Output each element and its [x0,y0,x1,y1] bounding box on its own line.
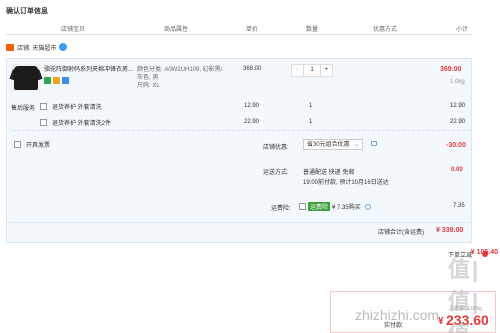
service-1-price: 12.90 [244,103,260,109]
message-icon[interactable] [371,141,377,146]
freight-insurance-option[interactable]: 运费险 ¥ 7.35购买 [299,202,371,211]
qty-plus-button[interactable]: + [321,65,332,76]
freight-insurance-desc: ¥ 7.35购买 [332,205,361,211]
store-total-label: 店铺合计(含运费) [378,230,424,236]
invoice-label: 开具发票 [26,143,51,149]
shipping-eta: 19:00前付款, 预计10月16日送达 [303,180,389,186]
freight-insurance-label: 运费险: [271,206,291,212]
freight-insurance-amount: 7.35 [453,203,465,209]
service-item-2[interactable]: 退货养护 外套清洗2件 [40,116,111,128]
chevron-down-icon: ⌄ [353,141,359,148]
watermark-site: zhizhizhi.com [355,307,440,323]
service-title: 售后服务 [11,106,36,112]
info-icon[interactable] [364,203,371,210]
service-item-1[interactable]: 退货养护 外套清洗 [40,100,102,112]
product-badges [44,77,69,84]
shop-name[interactable]: 店铺: 天猫超市 [17,43,56,52]
divider [12,130,470,131]
header-unit-price: 单价 [246,27,259,33]
product-subtotal: 369.00 [440,66,462,73]
shop-discount-amount: -30.00 [446,142,466,149]
service-1-subtotal: 12.90 [450,103,466,109]
shop-line: 店铺: 天猫超市 [6,40,68,54]
header-shop-baby: 店铺宝贝 [61,27,86,33]
product-attrs: 颜色分类: A0W2UH109, 幻影黑/灰色, 男 尺码: XL [137,67,223,89]
service-2-checkbox[interactable] [40,118,47,126]
store-total-amount: ¥ 339.00 [436,227,464,234]
quantity-stepper: − 1 + [291,64,333,77]
freight-insurance-badge: 运费险 [308,202,331,211]
shop-discount-label: 店铺优惠: [263,145,289,151]
badge-icon-orange [53,77,60,84]
badge-icon-blue [62,77,69,84]
product-name[interactable]: 骆驼阵御射码系列夹棉冲锋衣男... [44,66,134,75]
service-1-label: 退货养护 外套清洗 [52,104,102,111]
page-title: 确认订单信息 [6,8,48,15]
badge-icon-green [44,77,51,84]
product-unit-price: 369.00 [243,66,262,72]
qty-minus-button[interactable]: − [292,65,303,76]
qty-input[interactable]: 1 [303,65,321,76]
service-1-checkbox[interactable] [40,102,47,110]
product-image-body [14,66,38,90]
service-2-label: 退货养护 外套清洗2件 [52,120,112,127]
invoice-option[interactable]: 开具发票 [14,140,50,149]
wangwang-chat-icon[interactable] [59,43,68,51]
watermark-logo: 值|值|值 [448,257,481,333]
shipping-amount: 0.00 [451,167,463,173]
product-weight: 1.0kg [450,79,465,85]
freight-insurance-checkbox[interactable] [299,203,306,210]
order-confirm-page: 确认订单信息 店铺宝贝 商品属性 单价 数量 优惠方式 小计 店铺: 天猫超市 … [0,0,500,333]
service-1-qty: 1 [309,103,313,109]
header-subtotal: 小计 [456,27,469,33]
header-attrs: 商品属性 [164,27,189,33]
shop-discount-value: 省30元组合优惠 [307,141,350,148]
shipping-method: 普通配送 快递 免邮 [303,170,355,176]
service-2-qty: 1 [309,119,313,125]
table-header: 店铺宝贝 商品属性 单价 数量 优惠方式 小计 [6,21,472,35]
header-qty: 数量 [306,27,319,33]
shipping-label: 运送方式: [263,170,289,176]
order-panel [6,58,472,243]
shop-icon [6,43,14,51]
shop-discount-select[interactable]: 省30元组合优惠 ⌄ [303,139,363,150]
invoice-checkbox[interactable] [14,141,21,148]
divider [6,222,472,223]
service-2-price: 22.90 [244,119,260,125]
service-2-subtotal: 22.90 [450,119,466,125]
header-discount: 优惠方式 [373,27,398,33]
